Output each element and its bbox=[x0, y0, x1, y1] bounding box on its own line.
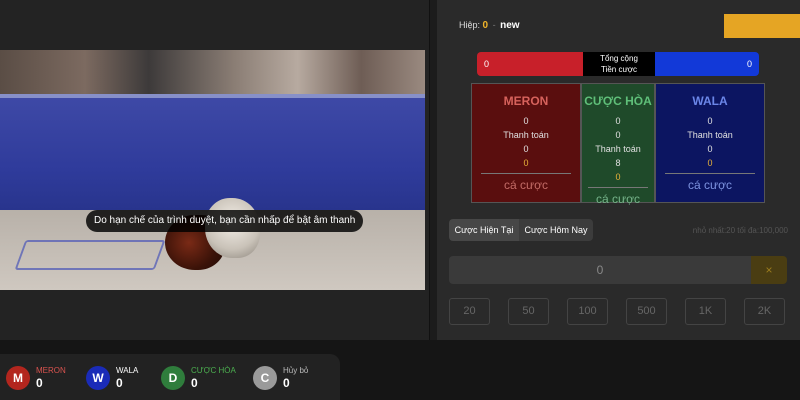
chip-100[interactable]: 100 bbox=[567, 298, 608, 325]
wala-amount: 0 bbox=[707, 116, 713, 126]
draw-bet-label: cá cược bbox=[596, 192, 640, 206]
total-bets-bar: 0 Tổng cộng Tiền cược 0 bbox=[477, 52, 759, 76]
wala-bet-label: cá cược bbox=[688, 178, 732, 192]
chip-2k[interactable]: 2K bbox=[744, 298, 785, 325]
result-stats: M MERON 0 W WALA 0 D CƯỢC HÒA 0 C Hủy bỏ… bbox=[0, 354, 340, 400]
sound-notice[interactable]: Do hạn chế của trình duyệt, bạn cần nhấp… bbox=[86, 210, 364, 232]
wala-divider bbox=[664, 173, 756, 174]
bet-cards: MERON 0 Thanh toán 0 0 cá cược CƯỢC HÒA … bbox=[471, 83, 765, 206]
total-label-line2: Tiền cược bbox=[600, 65, 638, 74]
cancelled-stat-value: 0 bbox=[283, 376, 290, 390]
wala-stat-value: 0 bbox=[116, 376, 123, 390]
wala-stat-label: WALA bbox=[116, 366, 139, 375]
meron-badge-icon: M bbox=[6, 366, 30, 390]
meron-amount: 0 bbox=[523, 116, 529, 126]
wala-bet-card[interactable]: WALA 0 Thanh toán 0 0 cá cược bbox=[655, 83, 765, 203]
clear-icon[interactable]: × bbox=[751, 256, 787, 284]
round-separator: - bbox=[492, 20, 496, 30]
wala-payout: 0 bbox=[707, 144, 713, 154]
draw-bet-card[interactable]: CƯỢC HÒA 0 0 Thanh toán 8 0 cá cược bbox=[581, 83, 655, 206]
wala-payout-label: Thanh toán bbox=[687, 130, 733, 140]
meron-total: 0 bbox=[477, 52, 583, 76]
meron-payout-label: Thanh toán bbox=[503, 130, 549, 140]
draw-payout-rate: 0 bbox=[615, 172, 621, 182]
arena-wall bbox=[0, 98, 425, 218]
draw-amount: 0 bbox=[615, 116, 621, 126]
chip-50[interactable]: 50 bbox=[508, 298, 549, 325]
draw-stat-label: CƯỢC HÒA bbox=[191, 366, 236, 375]
cancelled-badge-icon: C bbox=[253, 366, 277, 390]
draw-amount-2: 0 bbox=[615, 130, 621, 140]
meron-title: MERON bbox=[503, 94, 549, 108]
meron-bet-card[interactable]: MERON 0 Thanh toán 0 0 cá cược bbox=[471, 83, 581, 203]
meron-stat-label: MERON bbox=[36, 366, 66, 375]
bet-limits: nhỏ nhất:20 tối đa:100,000 bbox=[692, 226, 788, 235]
chip-1k[interactable]: 1K bbox=[685, 298, 726, 325]
wala-payout-rate: 0 bbox=[707, 158, 713, 168]
bottom-bar: M MERON 0 W WALA 0 D CƯỢC HÒA 0 C Hủy bỏ… bbox=[0, 340, 800, 400]
draw-payout: 8 bbox=[615, 158, 621, 168]
meron-divider bbox=[480, 173, 572, 174]
video-panel: Do hạn chế của trình duyệt, bạn cần nhấp… bbox=[0, 0, 430, 340]
gold-action-button[interactable] bbox=[724, 14, 800, 38]
meron-bet-label: cá cược bbox=[504, 178, 548, 192]
draw-payout-label: Thanh toán bbox=[595, 144, 641, 154]
floor-marking bbox=[14, 240, 166, 270]
wala-title: WALA bbox=[692, 94, 728, 108]
chip-500[interactable]: 500 bbox=[626, 298, 667, 325]
cancelled-stat-label: Hủy bỏ bbox=[283, 366, 309, 375]
round-number: 0 bbox=[482, 20, 489, 31]
meron-payout-rate: 0 bbox=[523, 158, 529, 168]
meron-stat-value: 0 bbox=[36, 376, 43, 390]
chip-20[interactable]: 20 bbox=[449, 298, 490, 325]
live-video[interactable]: Do hạn chế của trình duyệt, bạn cần nhấp… bbox=[0, 50, 425, 290]
round-info: Hiệp: 0 - new bbox=[459, 20, 520, 31]
total-label-line1: Tổng cộng bbox=[600, 54, 638, 63]
bet-amount-input[interactable]: 0 bbox=[449, 256, 751, 284]
wala-total: 0 bbox=[655, 52, 759, 76]
draw-stat-value: 0 bbox=[191, 376, 198, 390]
draw-badge-icon: D bbox=[161, 366, 185, 390]
meron-payout: 0 bbox=[523, 144, 529, 154]
tab-today-bets[interactable]: Cược Hôm Nay bbox=[519, 219, 593, 241]
app-root: Do hạn chế của trình duyệt, bạn cần nhấp… bbox=[0, 0, 800, 400]
round-status: new bbox=[500, 20, 520, 31]
draw-divider bbox=[587, 187, 649, 188]
wala-badge-icon: W bbox=[86, 366, 110, 390]
draw-title: CƯỢC HÒA bbox=[584, 94, 652, 108]
total-bets-label: Tổng cộng Tiền cược bbox=[583, 52, 655, 76]
round-label: Hiệp: bbox=[459, 20, 481, 30]
tab-current-bets[interactable]: Cược Hiện Tại bbox=[449, 219, 519, 241]
bet-panel: Hiệp: 0 - new 0 Tổng cộng Tiền cược 0 ME… bbox=[437, 0, 800, 340]
